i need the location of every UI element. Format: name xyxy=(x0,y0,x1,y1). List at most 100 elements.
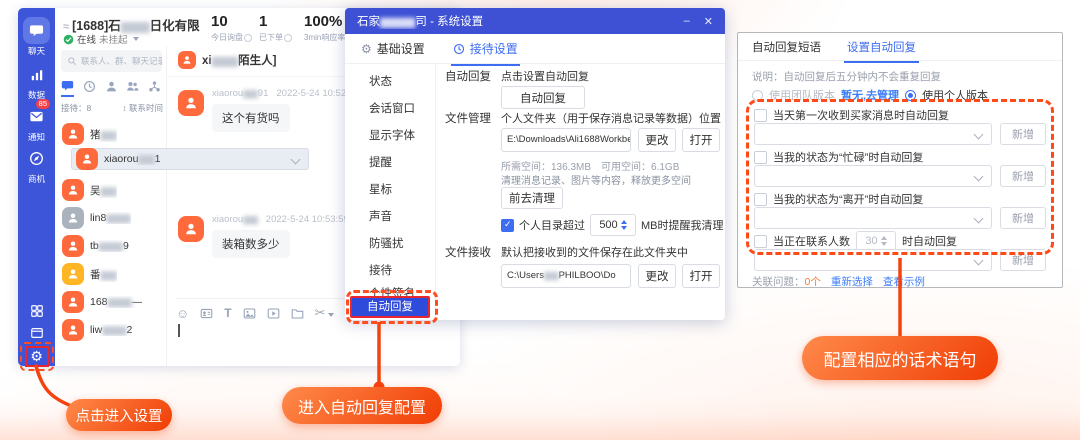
folder-icon[interactable] xyxy=(291,307,304,320)
team-version-label: 使用团队版本 xyxy=(769,87,835,103)
receive-folder-path-input[interactable]: C:\Users▆▆PHILBOO\Do xyxy=(501,264,631,288)
list-item[interactable]: 168▆▆▆— xyxy=(58,288,164,316)
add-reply-button[interactable]: 新增 xyxy=(1000,249,1046,271)
emoji-icon[interactable]: ☺ xyxy=(176,307,189,320)
callout-open-settings: 点击进入设置 xyxy=(66,399,172,431)
stat-inquiries: 10 今日询盘 xyxy=(211,13,261,43)
change-folder-button[interactable]: 更改 xyxy=(638,128,676,152)
font-icon[interactable]: T xyxy=(224,307,231,319)
image-icon[interactable] xyxy=(243,307,256,320)
personal-version-radio[interactable] xyxy=(905,90,916,101)
contact-card-icon[interactable] xyxy=(200,307,213,320)
system-settings-dialog: 石家▆▆▆▆司 - 系统设置 – ✕ ⚙ 基础设置 接待设置 状态 会话窗口 显… xyxy=(345,8,725,320)
contact-count-reply-select[interactable] xyxy=(754,249,992,271)
add-reply-button[interactable]: 新增 xyxy=(1000,165,1046,187)
tab-set-auto-reply[interactable]: 设置自动回复 xyxy=(847,39,916,55)
add-reply-button[interactable]: 新增 xyxy=(1000,123,1046,145)
dialog-title: 石家▆▆▆▆司 - 系统设置 xyxy=(357,13,670,29)
threshold-checkbox[interactable] xyxy=(501,219,514,232)
go-clean-button[interactable]: 前去清理 xyxy=(501,187,563,209)
list-item[interactable]: 番▆▆ xyxy=(58,260,164,288)
busy-status-checkbox[interactable] xyxy=(754,151,767,164)
away-status-checkbox[interactable] xyxy=(754,193,767,206)
video-icon[interactable] xyxy=(267,307,280,320)
message-time: 2022-5-24 10:53:59 xyxy=(266,214,349,225)
reply-panel-tabs: 自动回复短语 设置自动回复 xyxy=(738,33,1062,61)
auto-reply-hint: 点击设置自动回复 xyxy=(501,68,589,84)
auto-reply-settings-panel: 自动回复短语 设置自动回复 说明：自动回复后五分钟内不会重复回复 使用团队版本 … xyxy=(737,32,1063,288)
list-item[interactable]: liw▆▆▆2 xyxy=(58,316,164,344)
callout-enter-auto-reply: 进入自动回复配置 xyxy=(282,387,442,424)
tab-recent-clock-icon[interactable] xyxy=(83,79,96,97)
menu-item-star[interactable]: 星标 xyxy=(345,180,435,200)
manage-link[interactable]: 暂无,去管理 xyxy=(841,87,899,103)
sidebar-item-chat[interactable]: 聊天 xyxy=(18,17,55,57)
callout-configure-phrases: 配置相应的话术语句 xyxy=(802,336,998,380)
menu-item-session-window[interactable]: 会话窗口 xyxy=(345,99,435,119)
clean-threshold-row: 个人目录超过 500 MB时提醒我清理 xyxy=(501,214,724,236)
change-receive-folder-button[interactable]: 更改 xyxy=(638,264,676,288)
conversation-header: xi▆▆▆陌生人] xyxy=(178,48,276,72)
tab-groups-people-icon[interactable] xyxy=(126,79,139,97)
contact-count-checkbox[interactable] xyxy=(754,235,767,248)
sidebar-item-label: 数据 xyxy=(18,89,55,101)
menu-item-anti-harass[interactable]: 防骚扰 xyxy=(345,234,435,254)
tab-basic-settings[interactable]: ⚙ 基础设置 xyxy=(361,40,425,57)
peer-name: xi▆▆▆陌生人] xyxy=(202,52,276,68)
menu-item-reception[interactable]: 接待 xyxy=(345,261,435,281)
busy-status-reply-select[interactable] xyxy=(754,165,992,187)
online-label: 在线 xyxy=(77,32,96,46)
add-reply-button[interactable]: 新增 xyxy=(1000,207,1046,229)
threshold-stepper[interactable]: 500 xyxy=(590,214,636,236)
avatar xyxy=(178,216,204,242)
sort-by-time[interactable]: ↕ 联系时间 xyxy=(122,102,163,114)
personal-folder-path-input[interactable]: E:\Downloads\Ali1688Workben xyxy=(501,128,631,152)
tab-chats-icon[interactable] xyxy=(61,79,74,97)
cut-icon[interactable]: ✂ xyxy=(315,306,334,320)
open-receive-folder-button[interactable]: 打开 xyxy=(682,264,720,288)
tab-contacts-person-icon[interactable] xyxy=(105,79,118,97)
status-row[interactable]: 在线 未挂起 xyxy=(63,32,139,46)
info-icon xyxy=(244,34,252,42)
menu-item-remind[interactable]: 提醒 xyxy=(345,153,435,173)
contact-count-stepper[interactable]: 30 xyxy=(856,231,896,251)
away-status-reply-select[interactable] xyxy=(754,207,992,229)
list-item[interactable]: tb▆▆▆9 xyxy=(58,232,164,260)
sidebar-item-biz[interactable]: 商机 xyxy=(18,145,55,185)
minimize-button[interactable]: – xyxy=(684,15,690,27)
tab-reply-phrases[interactable]: 自动回复短语 xyxy=(752,39,821,55)
apps-grid-icon[interactable] xyxy=(18,304,55,318)
list-item[interactable]: 猪▆▆ xyxy=(58,120,164,148)
first-message-checkbox[interactable] xyxy=(754,109,767,122)
sidebar-item-data[interactable]: 数据 xyxy=(18,61,55,101)
list-item[interactable]: 吴▆▆ xyxy=(58,176,164,204)
tab-reception-settings[interactable]: 接待设置 xyxy=(453,40,518,57)
menu-item-font[interactable]: 显示字体 xyxy=(345,126,435,146)
auto-reply-dashed-highlight xyxy=(346,290,438,324)
menu-item-sound[interactable]: 声音 xyxy=(345,207,435,227)
window-icon[interactable] xyxy=(18,326,55,340)
search-input[interactable]: 联系人、群、聊天记录 xyxy=(61,50,162,72)
close-button[interactable]: ✕ xyxy=(704,15,713,28)
menu-item-status[interactable]: 状态 xyxy=(345,72,435,92)
view-example-link[interactable]: 查看示例 xyxy=(883,274,925,289)
gear-highlight-dashed-box xyxy=(20,342,54,371)
chevron-down-icon xyxy=(328,313,334,317)
team-version-radio[interactable] xyxy=(752,90,763,101)
online-check-icon xyxy=(63,34,74,45)
reselect-link[interactable]: 重新选择 xyxy=(831,274,873,289)
contact-list-meta: 接待：8 ↕ 联系时间 xyxy=(61,102,163,114)
reply-condition-row: 当正在联系人数 30 时自动回复 xyxy=(754,231,957,251)
auto-reply-button[interactable]: 自动回复 xyxy=(501,86,585,109)
section-file-receive: 文件接收 xyxy=(445,244,491,260)
list-item[interactable]: lin8▆▆▆ xyxy=(58,204,164,232)
settings-tabs: ⚙ 基础设置 接待设置 xyxy=(345,34,725,64)
first-message-reply-select[interactable] xyxy=(754,123,992,145)
version-radio-row: 使用团队版本 暂无,去管理 使用个人版本 xyxy=(752,87,988,103)
avatar xyxy=(76,148,98,170)
tab-org-icon[interactable] xyxy=(148,79,161,97)
sidebar-item-notify[interactable]: 85 通知 xyxy=(18,103,55,143)
contact-list-panel: 联系人、群、聊天记录 接待：8 ↕ 联系时间 猪▆▆ xiaorou▆▆1 吴▆… xyxy=(55,46,167,366)
open-folder-button[interactable]: 打开 xyxy=(682,128,720,152)
sidebar-item-label: 商机 xyxy=(18,173,55,185)
